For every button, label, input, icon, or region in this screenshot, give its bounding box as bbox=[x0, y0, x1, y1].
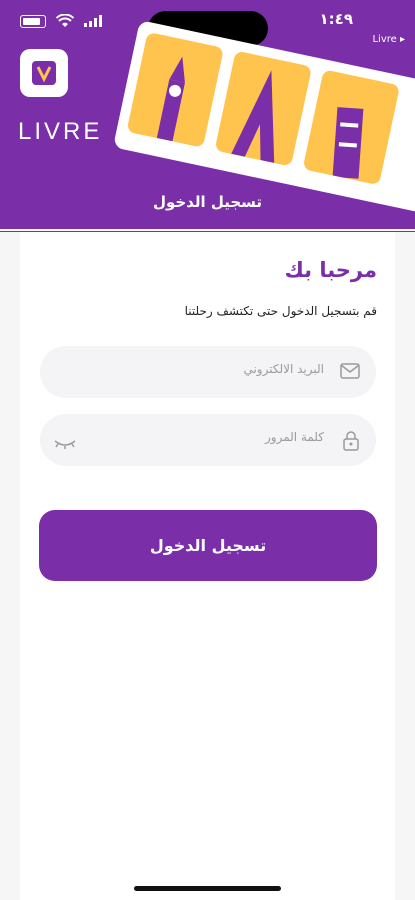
login-button[interactable]: تسجيل الدخول bbox=[39, 510, 377, 581]
email-field[interactable]: البريد الالكتروني bbox=[40, 346, 376, 398]
page-title: تسجيل الدخول bbox=[152, 193, 263, 211]
mail-icon bbox=[340, 363, 360, 383]
status-icons bbox=[20, 14, 102, 28]
home-indicator[interactable] bbox=[134, 886, 281, 891]
app-logo bbox=[20, 49, 68, 97]
password-field[interactable]: كلمة المرور bbox=[40, 414, 376, 466]
header-banner: ١:٤٩ Livre ▸ LIVRE تسجيل الدخول bbox=[0, 0, 415, 232]
app-logo-icon bbox=[32, 61, 56, 85]
email-placeholder: البريد الالكتروني bbox=[243, 362, 324, 376]
pisa-tower-icon bbox=[332, 107, 364, 179]
status-time: ١:٤٩ bbox=[319, 10, 353, 28]
eiffel-tower-image bbox=[214, 50, 313, 167]
brand-name: LIVRE bbox=[18, 118, 103, 145]
back-to-app-link[interactable]: Livre ▸ bbox=[372, 34, 405, 45]
title-underline bbox=[0, 229, 415, 231]
big-ben-icon bbox=[156, 56, 185, 142]
wifi-icon bbox=[56, 14, 74, 27]
password-placeholder: كلمة المرور bbox=[264, 430, 324, 444]
big-ben-image bbox=[126, 31, 224, 148]
eye-closed-icon[interactable] bbox=[54, 434, 76, 453]
signal-icon bbox=[84, 15, 102, 27]
lock-icon bbox=[342, 431, 360, 455]
battery-icon bbox=[20, 14, 46, 28]
welcome-heading: مرحبا بك bbox=[284, 258, 377, 282]
landmarks-film-strip bbox=[112, 20, 415, 216]
eiffel-tower-icon bbox=[231, 70, 275, 164]
pisa-tower-image bbox=[302, 69, 401, 186]
welcome-subtitle: قم بتسجيل الدخول حتى تكتشف رحلتنا bbox=[184, 304, 377, 318]
